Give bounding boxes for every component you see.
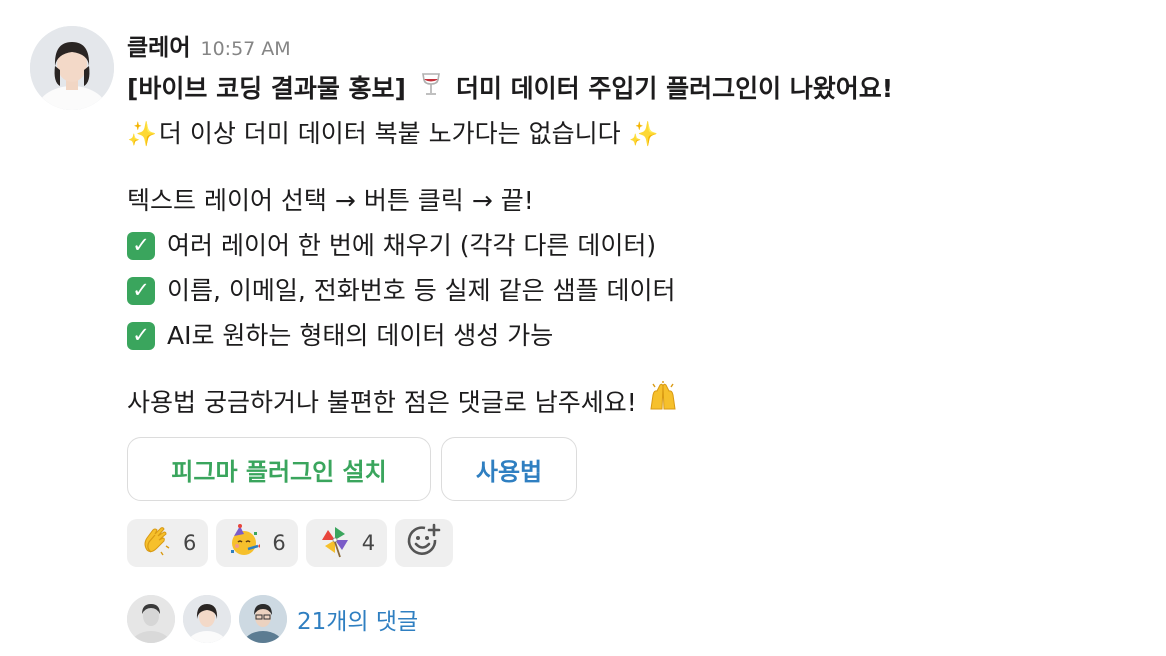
arrow-right-icon: → (471, 186, 493, 215)
reaction-party-face[interactable]: 6 (216, 519, 298, 567)
sender-name[interactable]: 클레어 (127, 28, 190, 62)
feature-text: 이름, 이메일, 전화번호 등 실제 같은 샘플 데이터 (167, 276, 676, 305)
raising-hands-icon (647, 380, 679, 425)
message-content: 클레어 10:57 AM [바이브 코딩 결과물 홍보] 더미 데이터 주입기 … (127, 28, 1127, 643)
check-mark-icon: ✓ (127, 321, 155, 350)
pinwheel-icon (318, 524, 352, 562)
title-suffix: 더미 데이터 주입기 플러그인이 나왔어요! (455, 74, 894, 103)
clapping-hands-icon (139, 524, 173, 562)
reaction-count: 6 (183, 531, 197, 555)
arrow-right-icon: → (334, 186, 356, 215)
sparkles-icon: ✨ (628, 119, 659, 148)
message-title: [바이브 코딩 결과물 홍보] 더미 데이터 주입기 플러그인이 나왔어요! (127, 66, 1127, 111)
check-mark-icon: ✓ (127, 231, 155, 260)
thread-replies[interactable]: 21개의 댓글 (127, 595, 1127, 643)
sparkles-icon: ✨ (127, 119, 157, 148)
add-emoji-icon (406, 523, 442, 563)
add-reaction-button[interactable] (395, 519, 454, 567)
party-face-icon (228, 524, 262, 562)
closing-line: 사용법 궁금하거나 불편한 점은 댓글로 남주세요! (127, 380, 1127, 425)
feature-text: AI로 원하는 형태의 데이터 생성 가능 (167, 321, 554, 350)
reaction-pinwheel[interactable]: 4 (305, 519, 388, 567)
message-timestamp[interactable]: 10:57 AM (200, 38, 290, 60)
step-1: 텍스트 레이어 선택 (127, 186, 327, 215)
feature-text: 여러 레이어 한 번에 채우기 (각각 다른 데이터) (167, 231, 657, 260)
reaction-count: 6 (272, 531, 286, 555)
reaction-count: 4 (361, 531, 376, 555)
message: 클레어 10:57 AM [바이브 코딩 결과물 홍보] 더미 데이터 주입기 … (0, 0, 1166, 656)
closing-text: 사용법 궁금하거나 불편한 점은 댓글로 남주세요! (127, 388, 637, 417)
reply-avatar[interactable] (239, 595, 287, 643)
sender-avatar[interactable] (30, 26, 114, 110)
how-to-use-button[interactable]: 사용법 (441, 437, 577, 501)
title-prefix: [바이브 코딩 결과물 홍보] (127, 74, 406, 103)
message-header: 클레어 10:57 AM (127, 28, 1127, 64)
reply-count-link[interactable]: 21개의 댓글 (297, 602, 418, 636)
check-mark-icon: ✓ (127, 276, 155, 305)
message-subtitle: ✨ 더 이상 더미 데이터 복붙 노가다는 없습니다 ✨ (127, 111, 1127, 156)
action-buttons: 피그마 플러그인 설치 사용법 (127, 437, 1127, 501)
feature-item: ✓ 이름, 이메일, 전화번호 등 실제 같은 샘플 데이터 (127, 268, 1127, 313)
step-3: 끝! (500, 186, 534, 215)
reactions-bar: 6 6 4 (127, 519, 1127, 567)
install-plugin-button[interactable]: 피그마 플러그인 설치 (127, 437, 431, 501)
wine-glass-icon (418, 66, 444, 111)
step-2: 버튼 클릭 (363, 186, 464, 215)
reply-avatar[interactable] (183, 595, 231, 643)
subtitle-text: 더 이상 더미 데이터 복붙 노가다는 없습니다 (158, 119, 621, 148)
feature-item: ✓ 여러 레이어 한 번에 채우기 (각각 다른 데이터) (127, 223, 1127, 268)
steps-line: 텍스트 레이어 선택 → 버튼 클릭 → 끝! (127, 178, 1127, 223)
reaction-clapping-hands[interactable]: 6 (127, 519, 209, 567)
reply-avatar[interactable] (127, 595, 175, 643)
feature-item: ✓ AI로 원하는 형태의 데이터 생성 가능 (127, 313, 1127, 358)
